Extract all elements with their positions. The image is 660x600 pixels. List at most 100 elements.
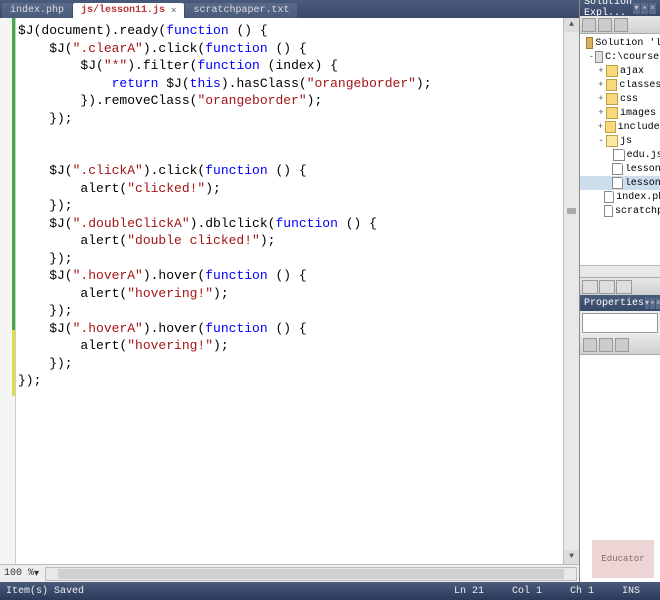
tree-item-label: lesson1 — [625, 164, 660, 175]
zoom-control[interactable]: 100 % ▾ — [0, 568, 43, 580]
dropdown-icon[interactable]: ▾ — [645, 298, 649, 309]
sol-icon — [586, 37, 594, 49]
tree-item[interactable]: + classes — [580, 78, 660, 92]
pin-icon[interactable]: ▪ — [650, 298, 655, 309]
scroll-down-icon[interactable]: ▼ — [564, 550, 579, 564]
properties-toolbar — [580, 335, 660, 355]
tree-item-label: Solution 'learning' — [595, 38, 660, 49]
tree-item[interactable]: -C:\courses\lea — [580, 50, 660, 64]
properties-dropdown[interactable] — [582, 313, 658, 333]
tree-item-label: classes — [619, 80, 660, 91]
tab-bar: index.php js/lesson11.js × scratchpaper.t… — [0, 0, 579, 18]
split-marker[interactable] — [567, 208, 576, 214]
vertical-scrollbar[interactable]: ▲ ▼ — [563, 18, 579, 564]
expand-icon[interactable]: + — [596, 66, 606, 76]
tree-item-label: css — [620, 94, 638, 105]
tree-item-label: ajax — [620, 66, 644, 77]
tree-item[interactable]: + includes — [580, 120, 660, 134]
panel-tab-icon[interactable] — [582, 280, 598, 294]
toolbar-icon[interactable] — [598, 18, 612, 32]
tree-item-label: includes — [618, 122, 660, 133]
tree-item[interactable]: + images — [580, 106, 660, 120]
file-icon — [604, 191, 614, 203]
fld-icon — [606, 65, 618, 77]
solution-explorer-header: Solution Expl... ▾ ▪ × — [580, 0, 660, 16]
fld-icon — [606, 93, 618, 105]
tab-lesson11-js[interactable]: js/lesson11.js × — [73, 3, 184, 18]
side-panels: Solution Expl... ▾ ▪ × Solution 'learnin… — [580, 0, 660, 582]
close-icon[interactable]: × — [656, 298, 660, 309]
gutter — [0, 18, 16, 564]
panel-tab-bar — [580, 277, 660, 295]
code-editor[interactable]: $J(document).ready(function () { $J(".cl… — [0, 18, 579, 564]
tree-hscroll[interactable] — [580, 265, 660, 277]
properties-body — [580, 355, 660, 582]
fld-icon — [606, 135, 618, 147]
panel-tab-icon[interactable] — [616, 280, 632, 294]
panel-title: Properties — [584, 298, 644, 309]
tree-item-label: lesson1 — [625, 178, 660, 189]
tree-item[interactable]: - js — [580, 134, 660, 148]
tree-item[interactable]: + ajax — [580, 64, 660, 78]
tree-item[interactable]: lesson1 — [580, 162, 660, 176]
solution-explorer-toolbar — [580, 16, 660, 34]
properties-icon[interactable] — [615, 338, 629, 352]
panel-tab-icon[interactable] — [599, 280, 615, 294]
tab-label: js/lesson11.js — [81, 5, 165, 16]
tree-item-label: edu.js — [627, 150, 660, 161]
status-ins: INS — [608, 586, 654, 597]
tab-scratchpaper[interactable]: scratchpaper.txt — [185, 3, 297, 18]
scroll-up-icon[interactable]: ▲ — [564, 18, 579, 32]
solution-tree[interactable]: Solution 'learning'-C:\courses\lea+ajax+… — [580, 34, 660, 265]
fld-icon — [606, 107, 618, 119]
toolbar-icon[interactable] — [582, 18, 596, 32]
tree-item-label: C:\courses\lea — [605, 52, 660, 63]
horizontal-scrollbar[interactable] — [45, 567, 577, 581]
tree-item-label: js — [620, 136, 632, 147]
tree-item[interactable]: Solution 'learning' — [580, 36, 660, 50]
close-icon[interactable]: × — [649, 3, 656, 14]
fld-icon — [606, 79, 618, 91]
change-bar-saved — [12, 18, 15, 330]
tree-item-label: scratchpap — [615, 206, 660, 217]
zoom-value: 100 % — [4, 568, 34, 579]
properties-header: Properties ▾ ▪ × — [580, 295, 660, 311]
categorized-icon[interactable] — [583, 338, 597, 352]
file-icon — [604, 205, 614, 217]
status-col: Col 1 — [498, 586, 556, 597]
expand-icon[interactable]: + — [596, 80, 606, 90]
file-icon — [613, 149, 624, 161]
status-line: Ln 21 — [440, 586, 498, 597]
proj-icon — [595, 51, 604, 63]
expand-icon[interactable]: + — [596, 122, 605, 132]
tree-item[interactable]: scratchpap — [580, 204, 660, 218]
tree-item[interactable]: edu.js — [580, 148, 660, 162]
tab-label: index.php — [10, 5, 64, 16]
tab-index-php[interactable]: index.php — [2, 3, 72, 18]
fld-icon — [605, 121, 616, 133]
status-ch: Ch 1 — [556, 586, 608, 597]
toolbar-icon[interactable] — [614, 18, 628, 32]
expand-icon[interactable]: + — [596, 94, 606, 104]
code-content[interactable]: $J(document).ready(function () { $J(".cl… — [16, 18, 563, 564]
chevron-down-icon[interactable]: ▾ — [34, 568, 39, 580]
editor-footer: 100 % ▾ — [0, 564, 579, 582]
tree-item[interactable]: lesson1 — [580, 176, 660, 190]
alphabetical-icon[interactable] — [599, 338, 613, 352]
close-icon[interactable]: × — [171, 6, 176, 16]
tree-item-label: index.php — [616, 192, 660, 203]
hscroll-thumb[interactable] — [58, 569, 564, 579]
file-icon — [612, 177, 622, 189]
tree-item[interactable]: + css — [580, 92, 660, 106]
dropdown-icon[interactable]: ▾ — [633, 3, 640, 14]
tab-label: scratchpaper.txt — [193, 5, 289, 16]
expand-icon[interactable]: + — [596, 108, 606, 118]
expand-icon[interactable]: - — [596, 136, 606, 146]
tree-item[interactable]: index.php — [580, 190, 660, 204]
change-bar-modified — [12, 330, 15, 396]
status-bar: Item(s) Saved Ln 21 Col 1 Ch 1 INS — [0, 582, 660, 600]
editor-area: index.php js/lesson11.js × scratchpaper.t… — [0, 0, 580, 582]
file-icon — [612, 163, 622, 175]
tree-item-label: images — [620, 108, 656, 119]
pin-icon[interactable]: ▪ — [641, 3, 648, 14]
